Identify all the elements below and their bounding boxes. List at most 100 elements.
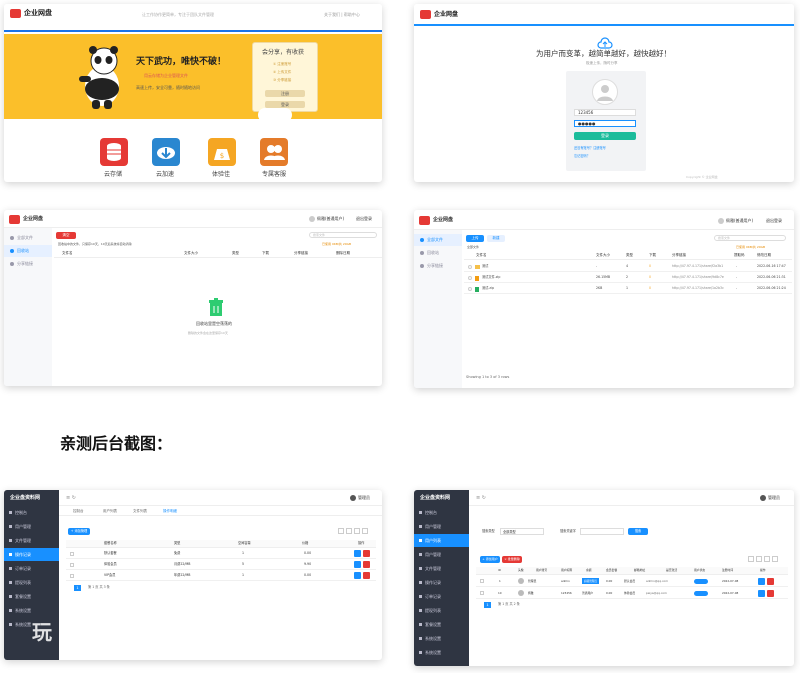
sidebar-item-dashboard[interactable]: 控制台 (414, 506, 469, 519)
keyword-input[interactable] (580, 528, 624, 535)
sidebar-item-share[interactable]: 分享链接 (414, 260, 469, 272)
table-row[interactable]: VIP会员 年费22/MB 1 0.00 (66, 571, 376, 581)
table-row[interactable]: 体验会员 月费22/MB 5 9.90 (66, 560, 376, 570)
table-row[interactable]: 10 佩雅 123456 普通用户 0.00 体验会员 peiya@qq.com… (476, 588, 788, 599)
admin-avatar[interactable] (760, 495, 766, 501)
sidebar-item-all-files[interactable]: 全部文件 (414, 234, 462, 246)
user-name[interactable]: 佩雅(普通用户) (317, 217, 344, 221)
admin-avatar[interactable] (350, 495, 356, 501)
sidebar-item-user-manage[interactable]: 用户管理 (414, 548, 469, 561)
row-checkbox[interactable] (70, 574, 74, 578)
active-toggle[interactable] (694, 579, 708, 584)
filter-select[interactable]: 全部类型 (500, 528, 544, 535)
sidebar-item-user-list[interactable]: 用户列表 (414, 534, 469, 547)
sidebar-item-orders[interactable]: 订单记录 (4, 562, 59, 575)
search-input[interactable]: 搜索文件 (714, 235, 786, 241)
sidebar-item-files[interactable]: 文件管理 (414, 562, 469, 575)
login-button[interactable]: 登录 (574, 132, 636, 140)
add-user-button[interactable]: + 添加用户 (480, 556, 500, 563)
menu-toggle-icon[interactable]: ≡ ↻ (476, 496, 486, 501)
sidebar-item-packages[interactable]: 套餐设置 (4, 590, 59, 603)
breadcrumb[interactable]: 全部文件 (467, 246, 479, 249)
sidebar-item-files[interactable]: 文件管理 (4, 534, 59, 547)
edit-icon[interactable] (354, 561, 361, 568)
user-name[interactable]: 佩雅(普通用户) (726, 219, 753, 223)
table-row[interactable]: 测试.zip 2KB 1 0 http://47.97.4.171/share/… (464, 284, 792, 294)
admin-name[interactable]: 管理员 (768, 496, 780, 500)
sidebar-item-records[interactable]: 操作记录 (414, 576, 469, 589)
sidebar-item-withdraw[interactable]: 提现列表 (414, 604, 469, 617)
sidebar-item-settings[interactable]: 系统设置 (4, 604, 59, 617)
print-icon[interactable] (362, 528, 368, 534)
logout-link[interactable]: 退出登录 (766, 219, 782, 223)
refresh-icon[interactable] (748, 556, 754, 562)
delete-icon[interactable] (363, 561, 370, 568)
table-row[interactable]: 测试文件.zip 26.15MB 2 0 http://47.97.4.171/… (464, 273, 792, 283)
delete-icon[interactable] (767, 590, 774, 597)
sidebar-item-withdraw[interactable]: 提现列表 (4, 576, 59, 589)
admin-name[interactable]: 管理员 (358, 496, 370, 500)
delete-icon[interactable] (363, 550, 370, 557)
register-link[interactable]: 还没有账号？注册账号 (574, 146, 606, 150)
register-button[interactable]: 注册 (265, 90, 305, 97)
batch-delete-button[interactable]: × 批量删除 (502, 556, 522, 563)
row-checkbox[interactable] (70, 563, 74, 567)
user-avatar[interactable] (718, 218, 724, 224)
row-checkbox[interactable] (480, 591, 484, 595)
edit-icon[interactable] (354, 550, 361, 557)
table-row[interactable]: 默认套餐 免费 1 0.00 (66, 549, 376, 559)
upload-button[interactable]: 上传 (466, 235, 484, 242)
sidebar-item-records[interactable]: 操作记录 (4, 548, 59, 561)
logo[interactable]: 企业网盘 (420, 10, 458, 19)
grid-icon[interactable] (756, 556, 762, 562)
sidebar-item-dashboard[interactable]: 控制台 (4, 506, 59, 519)
sidebar-item-users[interactable]: 用户管理 (414, 520, 469, 533)
logo[interactable]: 企业网盘 (419, 216, 453, 225)
row-checkbox[interactable] (70, 552, 74, 556)
sidebar-item-recycle[interactable]: 回收站 (4, 245, 52, 257)
menu-toggle-icon[interactable]: ≡ ↻ (66, 496, 76, 501)
new-folder-button[interactable]: 新建 (487, 235, 505, 242)
page-1-button[interactable]: 1 (74, 585, 81, 591)
logo[interactable]: 企业网盘 (9, 215, 43, 224)
edit-icon[interactable] (758, 590, 765, 597)
sidebar-item-recycle[interactable]: 回收站 (414, 247, 469, 259)
tab-dashboard[interactable]: 控制台 (73, 509, 84, 514)
tab-users[interactable]: 用户列表 (103, 509, 117, 514)
grid-icon[interactable] (346, 528, 352, 534)
forgot-link[interactable]: 忘记密码？ (574, 154, 590, 158)
table-row[interactable]: 测试 - 4 0 http://47.97.4.171/share/f2a3b1… (464, 262, 792, 272)
export-icon[interactable] (354, 528, 360, 534)
sidebar-item-all-files[interactable]: 全部文件 (4, 232, 59, 244)
username-input[interactable]: 123456 (574, 109, 636, 116)
sidebar-item-share[interactable]: 分享链接 (4, 258, 59, 270)
sidebar-item-settings[interactable]: 系统设置 (414, 632, 469, 645)
active-toggle[interactable] (694, 591, 708, 596)
top-links[interactable]: 关于我们 | 帮助中心 (324, 13, 360, 17)
search-input[interactable]: 搜索文件 (309, 232, 377, 238)
delete-icon[interactable] (363, 572, 370, 579)
user-avatar[interactable] (309, 216, 315, 222)
page-1-button[interactable]: 1 (484, 602, 491, 608)
refresh-icon[interactable] (338, 528, 344, 534)
edit-icon[interactable] (758, 578, 765, 585)
sidebar-item-packages[interactable]: 套餐设置 (414, 618, 469, 631)
search-button[interactable]: 搜索 (628, 528, 648, 535)
row-checkbox[interactable] (480, 579, 484, 583)
tab-records[interactable]: 操作明细 (163, 509, 177, 514)
sidebar-item-orders[interactable]: 订单记录 (414, 590, 469, 603)
edit-icon[interactable] (354, 572, 361, 579)
sidebar-item-users[interactable]: 用户管理 (4, 520, 59, 533)
login-button[interactable]: 登录 (265, 101, 305, 108)
add-button[interactable]: + 添加管理 (68, 528, 90, 535)
logo[interactable]: 企业网盘 (10, 9, 52, 18)
sidebar-item-settings-2[interactable]: 系统设置 (414, 646, 469, 659)
print-icon[interactable] (772, 556, 778, 562)
logout-link[interactable]: 退出登录 (356, 217, 372, 221)
row-radio[interactable] (468, 265, 472, 269)
tab-files[interactable]: 文件列表 (133, 509, 147, 514)
delete-icon[interactable] (767, 578, 774, 585)
row-radio[interactable] (468, 276, 472, 280)
export-icon[interactable] (764, 556, 770, 562)
password-input[interactable]: ●●●●● (574, 120, 636, 127)
